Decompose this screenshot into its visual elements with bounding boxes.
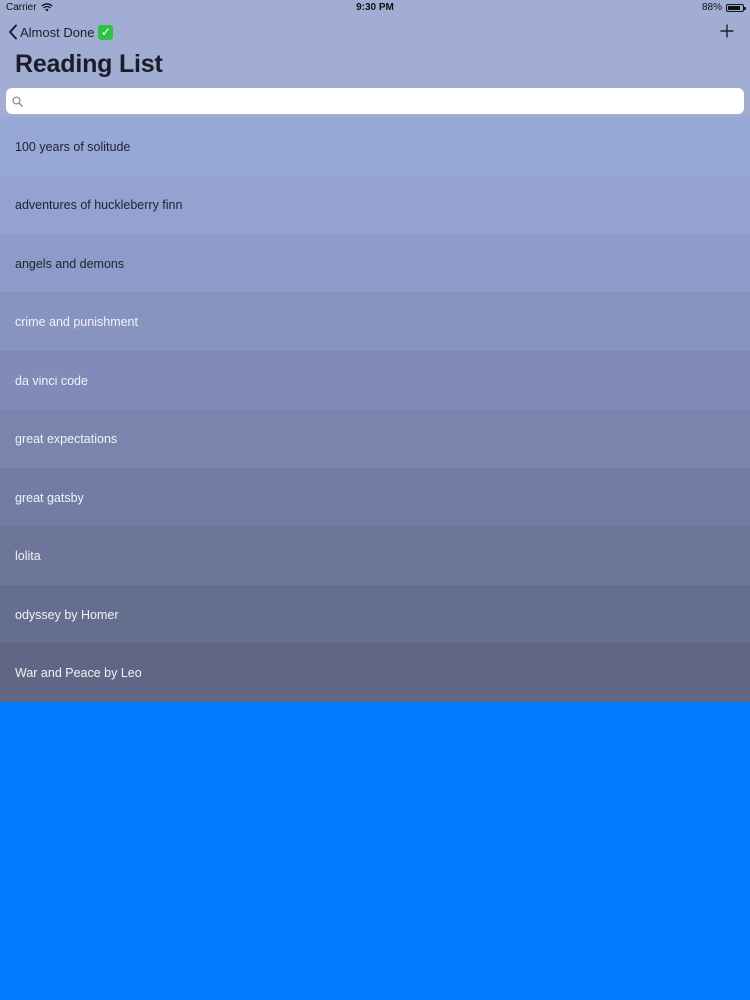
battery-fill xyxy=(728,5,740,10)
status-right: 88% xyxy=(701,2,746,13)
search-input[interactable] xyxy=(27,89,744,113)
back-button[interactable]: Almost Done ✓ xyxy=(8,22,114,42)
app-screen: Carrier 9:30 PM 88% Almost Done ✓ Readin… xyxy=(0,0,750,1000)
list-item[interactable]: great expectations xyxy=(0,409,750,468)
list-item[interactable]: War and Peace by Leo xyxy=(0,643,750,702)
list-item[interactable]: great gatsby xyxy=(0,468,750,527)
reading-list: 100 years of solitude adventures of huck… xyxy=(0,117,750,702)
navigation-header: Carrier 9:30 PM 88% Almost Done ✓ Readin… xyxy=(0,0,750,117)
list-item[interactable]: da vinci code xyxy=(0,351,750,410)
check-mark-icon: ✓ xyxy=(98,24,114,40)
plus-icon xyxy=(720,24,734,38)
back-button-label: Almost Done xyxy=(20,24,95,40)
list-item[interactable]: adventures of huckleberry finn xyxy=(0,175,750,234)
list-item[interactable]: 100 years of solitude xyxy=(0,117,750,176)
battery-percent: 88% xyxy=(701,2,722,13)
add-button[interactable] xyxy=(716,20,738,42)
status-bar: Carrier 9:30 PM 88% xyxy=(0,0,750,16)
search-icon xyxy=(12,95,23,107)
status-time: 9:30 PM xyxy=(356,2,394,13)
battery-icon xyxy=(726,3,746,12)
chevron-left-icon xyxy=(9,24,17,40)
search-bar[interactable] xyxy=(6,88,744,114)
page-title: Reading List xyxy=(15,50,163,78)
list-item[interactable]: odyssey by Homer xyxy=(0,585,750,644)
list-item[interactable]: crime and punishment xyxy=(0,292,750,351)
list-item[interactable]: angels and demons xyxy=(0,234,750,293)
list-item[interactable]: lolita xyxy=(0,526,750,585)
